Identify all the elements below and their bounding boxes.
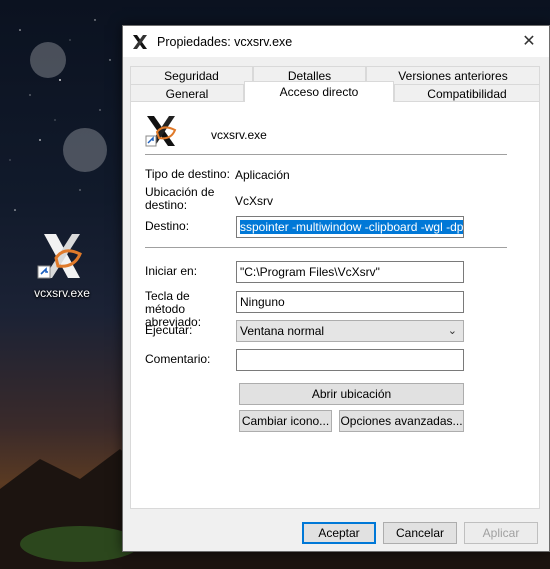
target-type-value: Aplicación [235, 168, 290, 182]
comment-label: Comentario: [145, 352, 211, 366]
comment-input[interactable] [236, 349, 464, 371]
target-type-label: Tipo de destino: [145, 167, 230, 181]
start-in-label: Iniciar en: [145, 264, 198, 278]
tab-seguridad[interactable]: Seguridad [130, 66, 253, 84]
close-icon: ✕ [522, 33, 536, 50]
chevron-down-icon: ⌄ [447, 325, 457, 337]
dialog-titlebar[interactable]: Propiedades: vcxsrv.exe ✕ [123, 26, 549, 57]
target-location-label: Ubicación de destino: [145, 185, 215, 212]
tab-acceso-directo[interactable]: Acceso directo [244, 81, 394, 102]
tab-strip: Seguridad Detalles Versiones anteriores … [130, 64, 540, 102]
start-in-input[interactable]: "C:\Program Files\VcXsrv" [236, 261, 464, 283]
desktop-shortcut-vcxsrv[interactable]: vcxsrv.exe [22, 228, 102, 300]
run-select-value: Ventana normal [240, 324, 325, 338]
target-label: Destino: [145, 219, 190, 233]
properties-dialog: Propiedades: vcxsrv.exe ✕ Seguridad Deta… [122, 25, 550, 552]
advanced-options-button[interactable]: Opciones avanzadas... [339, 410, 464, 432]
shortcut-panel: vcxsrv.exe Tipo de destino: Aplicación U… [130, 101, 540, 509]
target-input[interactable]: sspointer -multiwindow -clipboard -wgl -… [236, 216, 464, 238]
dialog-title: Propiedades: vcxsrv.exe [157, 34, 293, 49]
run-label: Ejecutar: [145, 323, 193, 337]
apply-button[interactable]: Aplicar [464, 522, 538, 544]
vcxsrv-shortcut-icon [145, 116, 177, 147]
change-icon-button[interactable]: Cambiar icono... [239, 410, 332, 432]
shortcut-key-input[interactable]: Ninguno [236, 291, 464, 313]
desktop-icon-label: vcxsrv.exe [34, 286, 90, 300]
separator [145, 247, 507, 248]
vcxsrv-x-icon [34, 228, 90, 284]
run-select[interactable]: Ventana normal ⌄ [236, 320, 464, 342]
open-location-button[interactable]: Abrir ubicación [239, 383, 464, 405]
target-input-text: sspointer -multiwindow -clipboard -wgl -… [240, 220, 463, 234]
target-location-value: VcXsrv [235, 194, 274, 208]
ok-button[interactable]: Aceptar [302, 522, 376, 544]
separator [145, 154, 507, 155]
cancel-button[interactable]: Cancelar [383, 522, 457, 544]
tab-compatibilidad[interactable]: Compatibilidad [394, 84, 540, 102]
file-name-field[interactable]: vcxsrv.exe [208, 124, 466, 144]
close-button[interactable]: ✕ [519, 31, 539, 51]
vcxsrv-app-icon [133, 34, 147, 49]
tab-general[interactable]: General [130, 84, 244, 102]
